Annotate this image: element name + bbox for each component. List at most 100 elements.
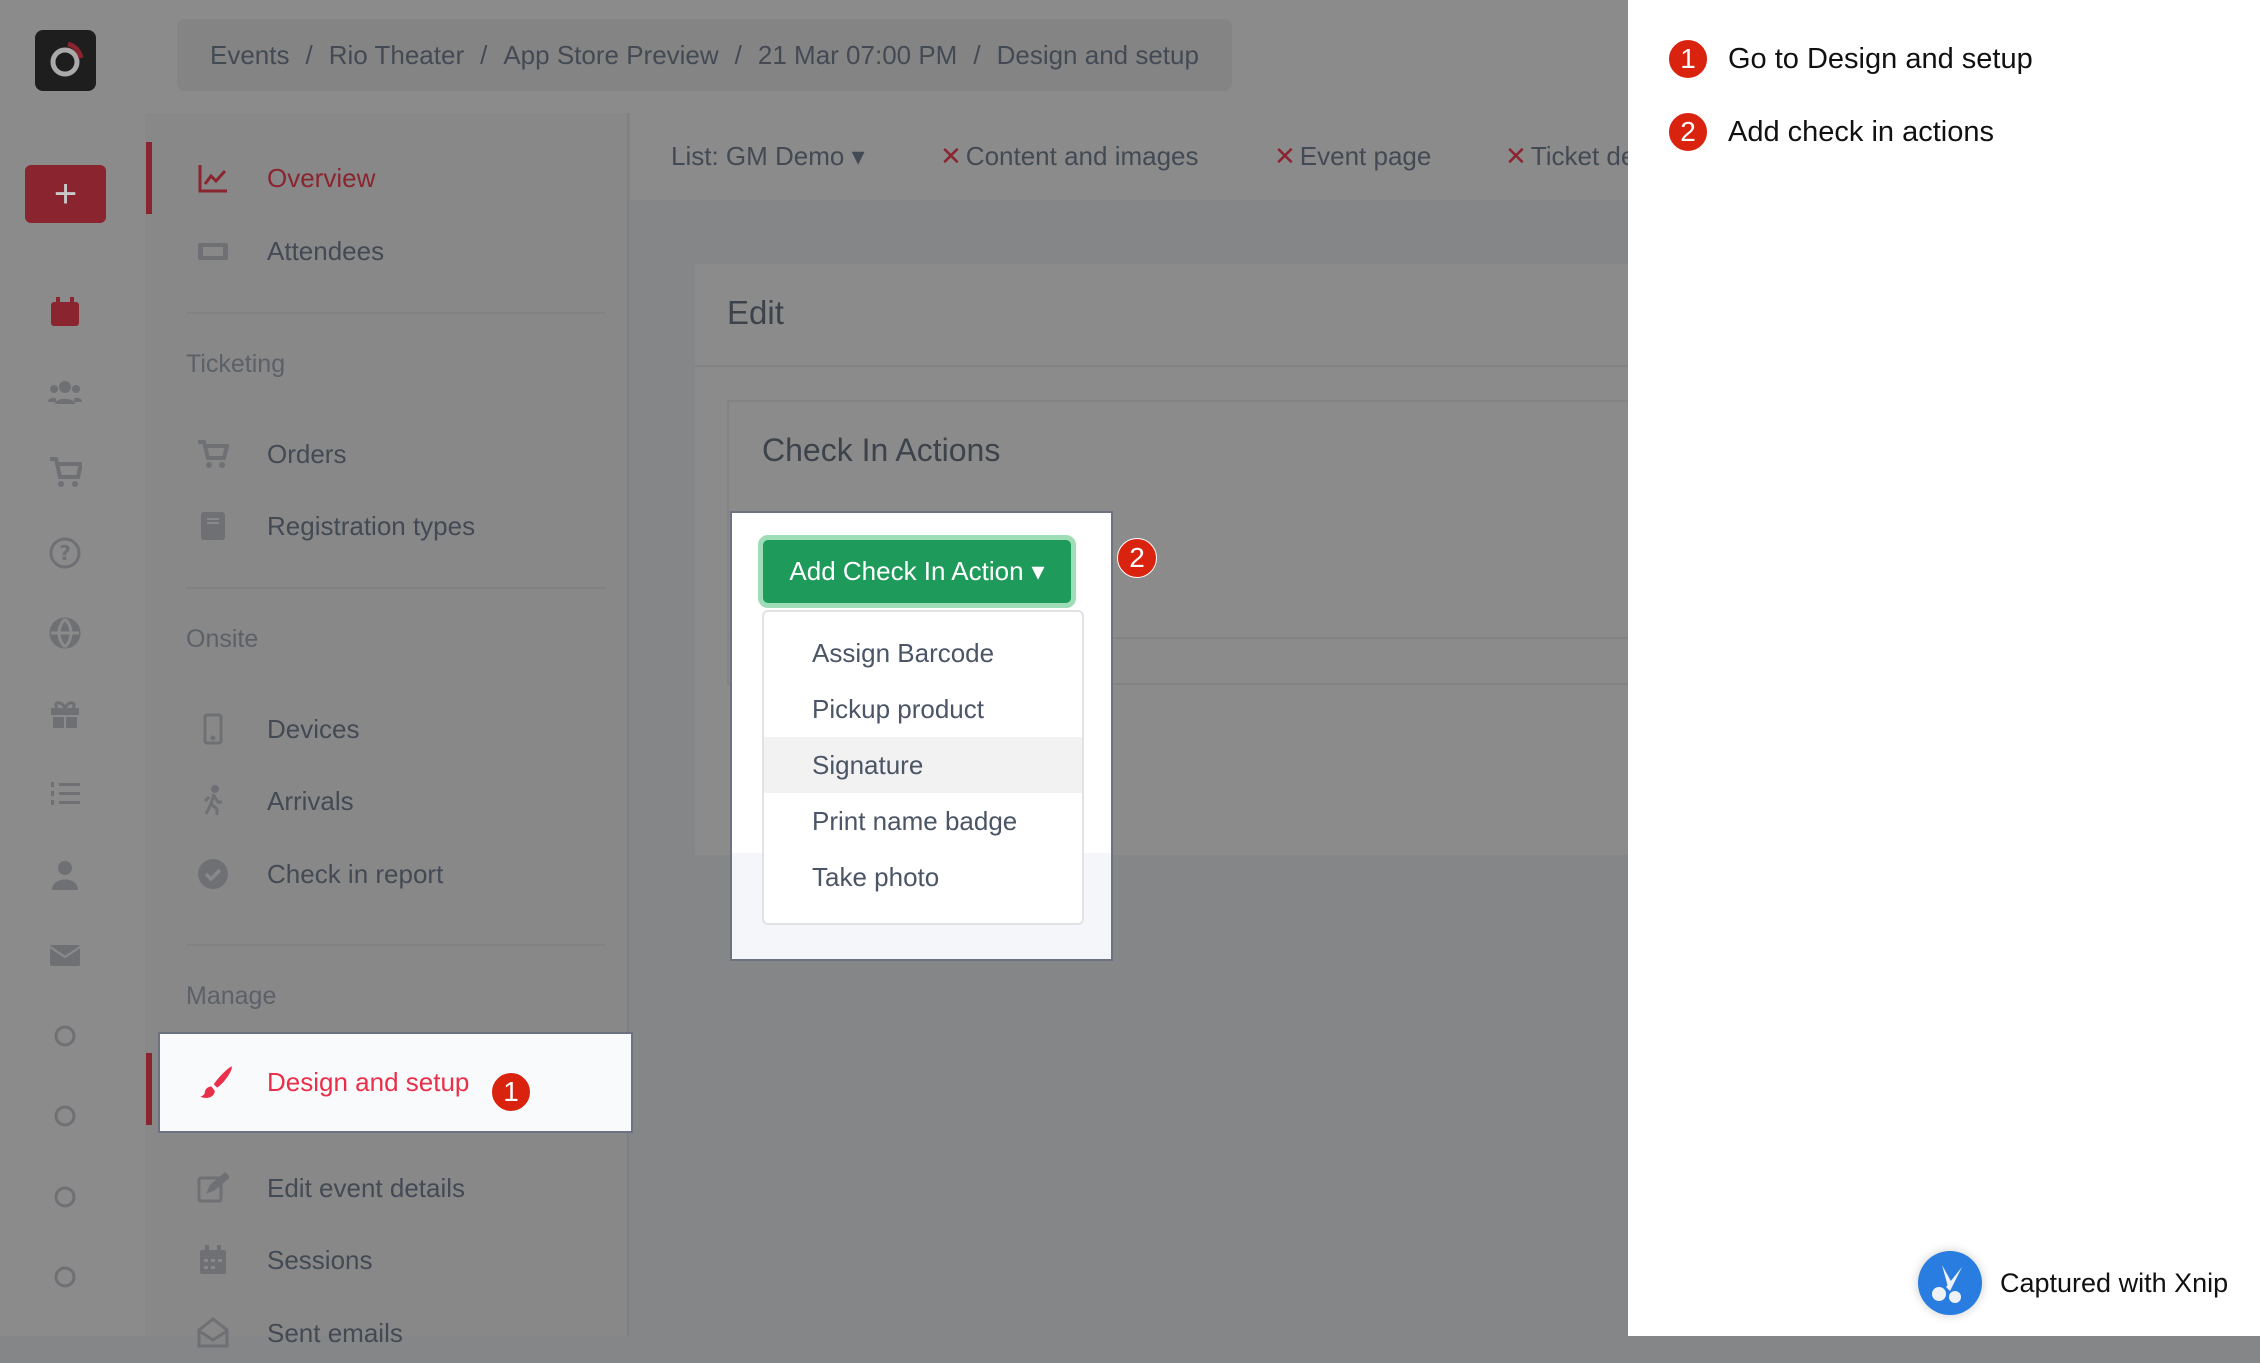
x-icon: ✕ (940, 141, 962, 171)
app-logo[interactable] (35, 30, 96, 91)
breadcrumb-separator: / (480, 39, 488, 70)
step-text: Go to Design and setup (1728, 42, 2033, 75)
cart-icon[interactable] (45, 452, 85, 492)
edit-icon (195, 1170, 231, 1206)
step-badge-1: 1 (491, 1072, 531, 1112)
tab-label: Ticket de (1530, 141, 1636, 171)
circle-icon[interactable] (45, 1016, 85, 1056)
globe-icon[interactable] (45, 613, 85, 653)
nav-attendees[interactable]: Attendees (145, 221, 629, 281)
book-icon (195, 508, 231, 544)
step-text: Add check in actions (1728, 115, 1994, 148)
caret-down-icon: ▾ (1031, 556, 1045, 586)
step-number: 1 (1668, 39, 1708, 79)
nav-arrivals[interactable]: Arrivals (145, 771, 629, 831)
nav-overview[interactable]: Overview (145, 148, 629, 208)
caret-down-icon: ▾ (851, 141, 865, 171)
nav-devices[interactable]: Devices (145, 699, 629, 759)
nav-label: Overview (267, 162, 376, 193)
nav-label: Orders (267, 438, 347, 469)
menu-item-assign-barcode[interactable]: Assign Barcode (764, 625, 1082, 681)
mobile-icon (195, 711, 231, 747)
question-icon[interactable]: ? (45, 533, 85, 573)
breadcrumb-date[interactable]: 21 Mar 07:00 PM (758, 40, 957, 71)
envelope-icon[interactable] (45, 935, 85, 975)
step-1: 1 Go to Design and setup (1668, 39, 2033, 79)
gift-icon[interactable] (45, 694, 85, 734)
breadcrumb-current: Design and setup (996, 39, 1199, 70)
menu-item-pickup-product[interactable]: Pickup product (764, 681, 1082, 737)
nav-registration-types[interactable]: Registration types (145, 496, 629, 556)
tab-label: Event page (1299, 141, 1432, 171)
menu-item-take-photo[interactable]: Take photo (764, 849, 1082, 905)
breadcrumb-event[interactable]: App Store Preview (503, 40, 718, 71)
nav-label: Edit event details (267, 1172, 466, 1203)
nav-label: Sessions (267, 1244, 373, 1275)
divider (186, 944, 606, 946)
nav-design-and-setup[interactable]: Design and setup 1 (158, 1032, 633, 1133)
nav-label: Attendees (267, 235, 385, 266)
chart-line-icon (195, 160, 231, 196)
calendar-icon[interactable] (45, 292, 85, 332)
paintbrush-icon (198, 1064, 234, 1105)
menu-item-print-name-badge[interactable]: Print name badge (764, 793, 1082, 849)
check-circle-icon (195, 856, 231, 892)
divider (186, 312, 606, 314)
envelope-open-icon (195, 1315, 231, 1351)
instructions-panel: 1 Go to Design and setup 2 Add check in ac… (1628, 0, 2260, 1336)
tab-ticket[interactable]: ✕ Ticket de (1505, 141, 1635, 172)
section-heading: Manage (186, 982, 277, 1010)
nav-sessions[interactable]: Sessions (145, 1230, 629, 1290)
x-icon: ✕ (1274, 141, 1296, 171)
breadcrumb-venue[interactable]: Rio Theater (329, 40, 464, 71)
breadcrumb: Events / Rio Theater / App Store Preview / … (177, 19, 1232, 91)
add-button[interactable]: + (25, 165, 106, 223)
divider (695, 365, 1628, 367)
check-in-action-menu: Assign Barcode Pickup product Signature … (762, 610, 1084, 925)
nav-label: Check in report (267, 858, 444, 889)
scissors-icon (1918, 1251, 1982, 1315)
nav-label: Design and setup (267, 1067, 470, 1097)
ordered-list-icon[interactable] (45, 774, 85, 814)
circle-icon[interactable] (45, 1096, 85, 1136)
nav-orders[interactable]: Orders (145, 424, 629, 484)
section-heading: Ticketing (186, 350, 286, 378)
breadcrumb-separator: / (973, 39, 981, 70)
nav-sent-emails[interactable]: Sent emails (145, 1303, 629, 1363)
tab-event-page[interactable]: ✕ Event page (1274, 141, 1431, 172)
menu-item-signature[interactable]: Signature (764, 737, 1082, 793)
breadcrumb-events[interactable]: Events (210, 40, 290, 71)
calendar-icon (195, 1242, 231, 1278)
cart-icon (195, 436, 231, 472)
divider (186, 587, 606, 589)
nav-label: Devices (267, 713, 360, 744)
users-icon[interactable] (45, 373, 85, 413)
user-icon[interactable] (45, 855, 85, 895)
nav-edit-event-details[interactable]: Edit event details (145, 1158, 629, 1218)
watermark: Captured with Xnip (1918, 1251, 2228, 1315)
active-indicator (146, 1053, 152, 1125)
breadcrumb-separator: / (305, 39, 313, 70)
svg-text:?: ? (59, 541, 71, 565)
tab-list[interactable]: List: GM Demo ▾ (671, 141, 865, 172)
setup-tabs: List: GM Demo ▾ ✕ Content and images ✕ Eve… (630, 113, 1635, 200)
nav-check-in-report[interactable]: Check in report (145, 844, 629, 904)
event-nav: Overview Attendees Ticketing Orders Regi… (145, 113, 629, 1348)
step-number: 2 (1668, 112, 1708, 152)
button-label: Add Check In Action (789, 556, 1024, 586)
x-icon: ✕ (1505, 141, 1527, 171)
card-title: Edit (727, 294, 784, 331)
tab-content-and-images[interactable]: ✕ Content and images (940, 141, 1199, 172)
section-heading: Onsite (186, 625, 259, 653)
watermark-text: Captured with Xnip (2000, 1267, 2229, 1298)
step-2: 2 Add check in actions (1668, 112, 1994, 152)
breadcrumb-separator: / (734, 39, 742, 70)
step-badge-2: 2 (1117, 538, 1157, 578)
circle-icon[interactable] (45, 1257, 85, 1297)
nav-label: Registration types (267, 510, 476, 541)
highlight-region: Add Check In Action ▾ Assign Barcode Pick… (730, 511, 1113, 961)
circle-icon[interactable] (45, 1177, 85, 1217)
nav-label: Sent emails (267, 1317, 403, 1348)
add-check-in-action-button[interactable]: Add Check In Action ▾ (758, 535, 1076, 608)
tab-label: List: GM Demo (671, 141, 845, 171)
